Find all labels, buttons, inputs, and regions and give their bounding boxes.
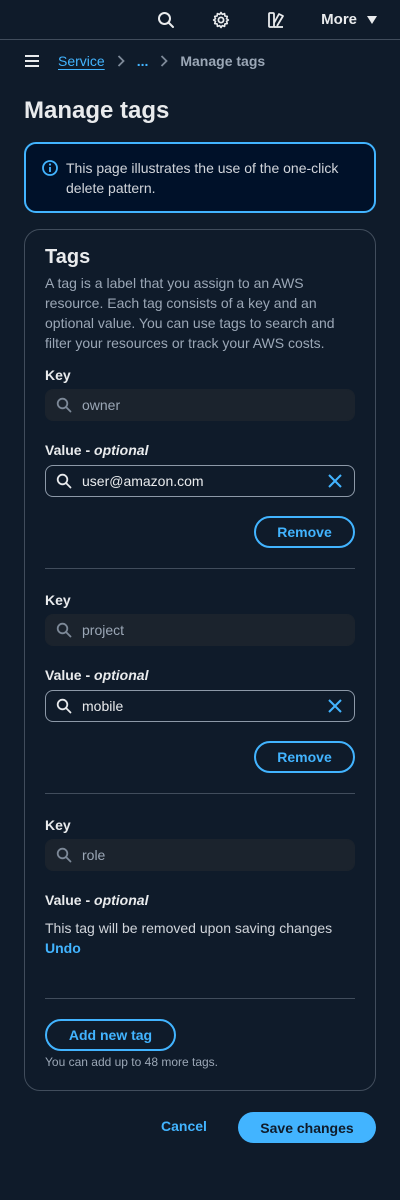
clear-icon[interactable]	[327, 473, 343, 489]
page-title: Manage tags	[24, 97, 170, 124]
clear-icon[interactable]	[327, 698, 343, 714]
tag-2-value-input[interactable]: mobile	[45, 690, 355, 722]
settings-icon[interactable]	[210, 9, 232, 31]
add-tag-hint: You can add up to 48 more tags.	[45, 1055, 219, 1069]
chevron-right-icon	[117, 55, 125, 67]
tag-1-value-label: Value - optional	[45, 442, 148, 458]
tags-heading: Tags	[45, 246, 91, 268]
value-label-text: Value -	[45, 892, 95, 908]
save-changes-button[interactable]: Save changes	[238, 1112, 376, 1143]
search-icon	[56, 622, 72, 638]
search-icon[interactable]	[155, 9, 177, 31]
value-label-text: Value -	[45, 667, 95, 683]
tag-3-key-input: role	[45, 839, 355, 871]
tags-container: Tags A tag is a label that you assign to…	[24, 229, 376, 1091]
search-icon	[56, 473, 72, 489]
breadcrumb: Service ... Manage tags	[0, 40, 400, 82]
tag-3-key-value: role	[82, 847, 106, 863]
tag-1-value-input[interactable]: user@amazon.com	[45, 465, 355, 497]
tag-2-remove-button[interactable]: Remove	[254, 741, 355, 773]
breadcrumb-current: Manage tags	[180, 53, 266, 69]
density-icon[interactable]	[265, 9, 287, 31]
optional-label: optional	[94, 892, 149, 908]
tag-2-value-text: mobile	[82, 698, 124, 714]
alert-message: This page illustrates the use of the one…	[66, 160, 339, 196]
optional-label: optional	[94, 667, 149, 683]
add-new-tag-button[interactable]: Add new tag	[45, 1019, 176, 1051]
value-label-text: Value -	[45, 442, 95, 458]
breadcrumb-ellipsis[interactable]: ...	[137, 53, 149, 69]
top-navigation: More	[0, 0, 400, 40]
more-label: More	[321, 11, 357, 28]
menu-icon[interactable]	[24, 54, 40, 68]
divider	[45, 568, 355, 569]
tag-removed-message: This tag will be removed upon saving cha…	[45, 920, 333, 936]
tag-2-key-value: project	[82, 622, 125, 638]
tag-2-value-label: Value - optional	[45, 667, 148, 683]
caret-down-icon	[367, 15, 377, 24]
tag-3-value-label: Value - optional	[45, 892, 148, 908]
tag-1-remove-button[interactable]: Remove	[254, 516, 355, 548]
info-alert: This page illustrates the use of the one…	[24, 142, 376, 213]
tag-1-value-text: user@amazon.com	[82, 473, 204, 489]
tag-1-key-value: owner	[82, 397, 121, 413]
tag-3-key-label: Key	[45, 817, 71, 833]
tags-description: A tag is a label that you assign to an A…	[45, 275, 335, 351]
divider	[45, 998, 355, 999]
breadcrumb-service-link[interactable]: Service	[58, 53, 105, 69]
chevron-right-icon	[160, 55, 169, 67]
search-icon	[56, 847, 72, 863]
tag-2-key-input: project	[45, 614, 355, 646]
info-icon	[42, 160, 58, 211]
search-icon	[56, 397, 72, 413]
tag-2-key-label: Key	[45, 592, 71, 608]
search-icon	[56, 698, 72, 714]
tag-1-key-label: Key	[45, 367, 71, 383]
cancel-button[interactable]: Cancel	[161, 1118, 207, 1134]
optional-label: optional	[94, 442, 149, 458]
more-menu-button[interactable]: More	[321, 11, 378, 28]
undo-link[interactable]: Undo	[45, 940, 81, 956]
tag-1-key-input: owner	[45, 389, 355, 421]
divider	[45, 793, 355, 794]
